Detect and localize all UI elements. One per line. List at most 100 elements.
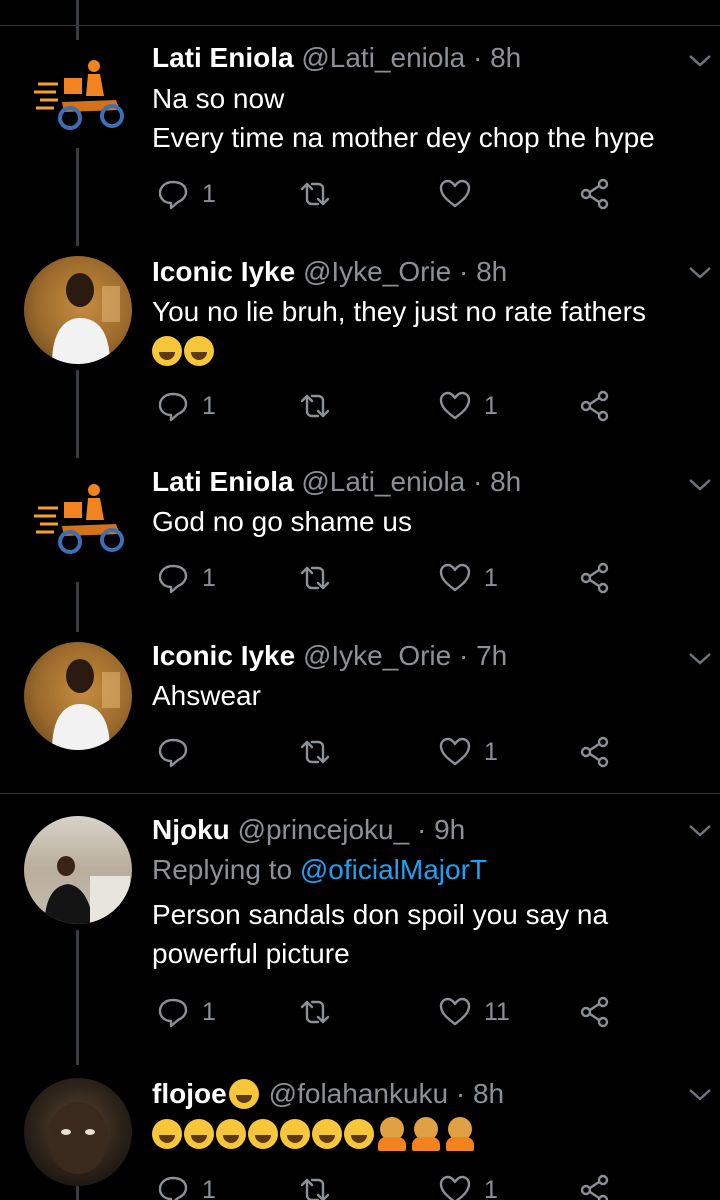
tweet-line: Na so now bbox=[152, 83, 285, 114]
avatar[interactable] bbox=[24, 1078, 132, 1186]
chevron-down-icon[interactable] bbox=[686, 644, 714, 672]
tweet[interactable]: Lati Eniola @Lati_eniola · 8h God no go … bbox=[0, 460, 720, 632]
retweet-icon bbox=[300, 394, 330, 418]
reply-icon bbox=[158, 564, 188, 594]
rolling-on-floor-laughing-icon bbox=[184, 1119, 214, 1149]
avatar[interactable] bbox=[24, 256, 132, 364]
replying-to-handle[interactable]: @oficialMajorT bbox=[300, 854, 487, 885]
reply-count: 1 bbox=[202, 563, 216, 592]
rolling-on-floor-laughing-icon bbox=[216, 1119, 246, 1149]
share-icon bbox=[580, 178, 609, 210]
share-button[interactable] bbox=[578, 386, 612, 426]
reply-icon bbox=[158, 180, 188, 210]
share-button[interactable] bbox=[578, 174, 612, 214]
reply-button[interactable] bbox=[156, 732, 202, 772]
tweet-line: Every time na mother dey chop the hype bbox=[152, 122, 655, 153]
share-button[interactable] bbox=[578, 1170, 612, 1200]
author-name[interactable]: Lati Eniola bbox=[152, 466, 294, 497]
author-handle-time[interactable]: @Iyke_Orie · 8h bbox=[303, 256, 507, 287]
emoji-row bbox=[152, 1114, 700, 1154]
tweet[interactable]: Iconic Iyke @Iyke_Orie · 7h Ahswear 1 bbox=[0, 632, 720, 792]
like-button[interactable]: 1 bbox=[438, 386, 498, 426]
tweet-header: flojoe @folahankuku · 8h bbox=[152, 1076, 700, 1112]
retweet-button[interactable] bbox=[298, 732, 344, 772]
share-icon bbox=[580, 562, 609, 594]
author-name[interactable]: Njoku bbox=[152, 814, 230, 845]
tweet-header: Iconic Iyke @Iyke_Orie · 7h bbox=[152, 638, 700, 674]
rolling-on-floor-laughing-icon bbox=[344, 1119, 374, 1149]
author-name[interactable]: Iconic Iyke bbox=[152, 640, 295, 671]
reply-count: 1 bbox=[202, 1175, 216, 1200]
heart-icon bbox=[439, 997, 471, 1026]
like-button[interactable]: 1 bbox=[438, 732, 498, 772]
reply-button[interactable]: 1 bbox=[156, 1170, 216, 1200]
tweet-line: God no go shame us bbox=[152, 506, 412, 537]
chevron-down-icon[interactable] bbox=[686, 258, 714, 286]
author-handle-time[interactable]: @princejoku_ · 9h bbox=[238, 814, 466, 845]
heart-icon bbox=[439, 391, 471, 420]
share-button[interactable] bbox=[578, 558, 612, 598]
chevron-down-icon[interactable] bbox=[686, 816, 714, 844]
avatar[interactable] bbox=[24, 40, 132, 148]
retweet-button[interactable] bbox=[298, 558, 344, 598]
share-button[interactable] bbox=[578, 992, 612, 1032]
like-button[interactable]: 1 bbox=[438, 558, 498, 598]
chevron-down-icon[interactable] bbox=[686, 1080, 714, 1108]
heart-icon bbox=[439, 563, 471, 592]
share-icon bbox=[580, 1174, 609, 1200]
like-button[interactable] bbox=[438, 174, 484, 214]
tweet[interactable]: flojoe @folahankuku · 8h 1 1 bbox=[0, 1056, 720, 1200]
retweet-button[interactable] bbox=[298, 1170, 344, 1200]
replying-to-label: Replying to bbox=[152, 854, 293, 885]
tweet-text: God no go shame us bbox=[152, 502, 700, 541]
like-button[interactable]: 11 bbox=[438, 992, 510, 1032]
retweet-button[interactable] bbox=[298, 992, 344, 1032]
reply-icon bbox=[158, 392, 188, 422]
reply-button[interactable]: 1 bbox=[156, 992, 216, 1032]
avatar[interactable] bbox=[24, 464, 132, 572]
avatar[interactable] bbox=[24, 642, 132, 750]
avatar[interactable] bbox=[24, 816, 132, 924]
author-handle-time[interactable]: @Lati_eniola · 8h bbox=[301, 466, 521, 497]
retweet-button[interactable] bbox=[298, 386, 344, 426]
rolling-on-floor-laughing-icon bbox=[152, 1119, 182, 1149]
rolling-on-floor-laughing-icon bbox=[280, 1119, 310, 1149]
tweet-text: Ahswear bbox=[152, 676, 700, 715]
reply-button[interactable]: 1 bbox=[156, 558, 216, 598]
tweet[interactable]: Lati Eniola @Lati_eniola · 8h Na so now … bbox=[0, 0, 720, 230]
tweet-line: You no lie bruh, they just no rate fathe… bbox=[152, 296, 646, 327]
winking-face-icon bbox=[228, 1079, 259, 1109]
retweet-icon bbox=[300, 182, 330, 206]
author-handle-time[interactable]: @folahankuku · 8h bbox=[269, 1076, 504, 1112]
retweet-button[interactable] bbox=[298, 174, 344, 214]
tweet-text: Person sandals don spoil you say na powe… bbox=[152, 895, 700, 973]
share-icon bbox=[580, 390, 609, 422]
tweet-header: Njoku @princejoku_ · 9h bbox=[152, 812, 700, 848]
chevron-down-icon[interactable] bbox=[686, 470, 714, 498]
replying-to: Replying to @oficialMajorT bbox=[152, 850, 700, 889]
tweet[interactable]: Njoku @princejoku_ · 9h Replying to @ofi… bbox=[0, 794, 720, 1056]
rolling-on-floor-laughing-icon bbox=[248, 1119, 278, 1149]
author-handle-time[interactable]: @Iyke_Orie · 7h bbox=[303, 640, 507, 671]
chevron-down-icon[interactable] bbox=[686, 46, 714, 74]
like-count: 1 bbox=[484, 737, 498, 766]
tweet-line: powerful picture bbox=[152, 938, 350, 969]
share-button[interactable] bbox=[578, 732, 612, 772]
author-name[interactable]: flojoe bbox=[152, 1076, 227, 1112]
like-count: 1 bbox=[484, 1175, 498, 1200]
tweet-text: You no lie bruh, they just no rate fathe… bbox=[152, 292, 700, 370]
reply-button[interactable]: 1 bbox=[156, 174, 216, 214]
author-name[interactable]: Lati Eniola bbox=[152, 42, 294, 73]
tweet[interactable]: Iconic Iyke @Iyke_Orie · 8h You no lie b… bbox=[0, 230, 720, 460]
reply-button[interactable]: 1 bbox=[156, 386, 216, 426]
person-facepalming-icon bbox=[444, 1117, 476, 1151]
heart-icon bbox=[439, 1175, 471, 1200]
tweet-header: Iconic Iyke @Iyke_Orie · 8h bbox=[152, 254, 700, 290]
grinning-squinting-face-icon bbox=[184, 335, 214, 366]
author-name[interactable]: Iconic Iyke bbox=[152, 256, 295, 287]
tweet-line: Person sandals don spoil you say na bbox=[152, 899, 609, 930]
author-handle-time[interactable]: @Lati_eniola · 8h bbox=[301, 42, 521, 73]
like-button[interactable]: 1 bbox=[438, 1170, 498, 1200]
reply-icon bbox=[158, 998, 188, 1028]
retweet-icon bbox=[300, 566, 330, 590]
